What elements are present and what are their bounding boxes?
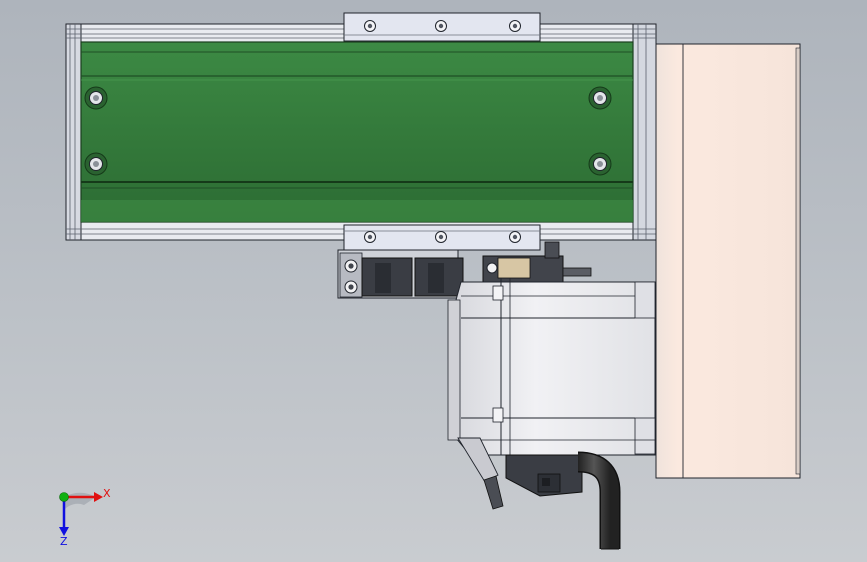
slider-screw [509,20,521,32]
top-slider-block[interactable] [343,12,541,42]
mounting-hole [588,86,612,110]
mounting-hole [84,86,108,110]
slider-screw [364,231,376,243]
slider-screw [435,231,447,243]
mounting-hole [588,152,612,176]
servo-motor[interactable] [447,278,656,510]
triad-x-label: X [103,487,111,500]
slider-screw [435,20,447,32]
carriage-plate[interactable] [80,41,634,223]
triad-y-axis [59,492,69,502]
mounting-hole [84,152,108,176]
motor-end-block[interactable] [655,43,801,479]
cad-viewport[interactable]: X Z [0,0,867,562]
bottom-slider-block[interactable] [343,224,541,251]
slider-screw [364,20,376,32]
triad-z-label: Z [60,535,68,548]
motor-cable[interactable] [577,451,621,550]
slider-screw [509,231,521,243]
coordinate-triad: X Z [59,487,111,548]
